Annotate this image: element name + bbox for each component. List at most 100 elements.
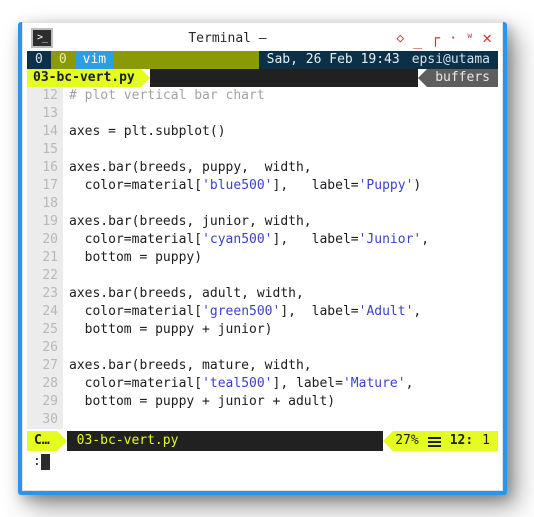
line-number: 14	[27, 123, 63, 141]
line-number: 18	[27, 195, 63, 213]
terminal-content[interactable]: 0 0 vim Sab, 26 Feb 19:43 epsi@utama 03-…	[27, 51, 498, 486]
line-number: 30	[27, 411, 63, 429]
shade-icon[interactable]: ◇	[396, 32, 404, 45]
code-text: axes.bar(breeds, adult, width,	[63, 285, 304, 303]
code-text: bottom = puppy)	[63, 249, 202, 267]
code-text: color=material['blue500'], label='Puppy'…	[63, 177, 422, 195]
code-line: 27 axes.bar(breeds, mature, width,	[27, 357, 498, 375]
code-token: ], label=	[280, 304, 359, 319]
buffers-arrow-icon	[418, 69, 428, 87]
code-token: ,	[405, 376, 414, 391]
block-cursor	[40, 454, 50, 470]
code-token: ], label=	[272, 178, 359, 193]
code-text: # plot vertical bar chart	[63, 87, 265, 105]
code-token: bottom = puppy + junior + adult)	[69, 394, 336, 409]
tmux-tab-filler	[149, 69, 419, 87]
code-line: 14 axes = plt.subplot()	[27, 123, 498, 141]
command-prompt: :	[33, 454, 41, 469]
window-controls: ◇ _ ┐ · ᵂ ✕	[396, 26, 492, 50]
line-number: 22	[27, 267, 63, 285]
desktop-background: >_ Terminal – ◇ _ ┐ · ᵂ ✕ 0 0 vim Sab, 2…	[0, 0, 534, 517]
tmux-datetime: Sab, 26 Feb 19:43	[258, 51, 408, 69]
tmux-tab-line: 03-bc-vert.py buffers	[27, 69, 498, 87]
tmux-user-host: epsi@utama	[407, 51, 498, 69]
code-line: 15	[27, 141, 498, 159]
code-token: color=material[	[69, 304, 203, 319]
code-text: bottom = puppy + junior + adult)	[63, 393, 335, 411]
code-token: bottom = puppy + junior)	[69, 322, 273, 337]
vim-line-number: 12:	[449, 433, 474, 448]
code-token: 'Adult'	[358, 304, 414, 319]
code-token: axes = plt.subplot()	[69, 124, 226, 139]
code-token: 'Mature'	[342, 376, 406, 391]
terminal-window-inner: >_ Terminal – ◇ _ ┐ · ᵂ ✕ 0 0 vim Sab, 2…	[22, 22, 503, 491]
code-token: ], label=	[272, 232, 359, 247]
code-line: 21 bottom = puppy)	[27, 249, 498, 267]
dot-icon[interactable]: ·	[449, 32, 457, 45]
line-number: 26	[27, 339, 63, 357]
vim-mode-indicator: C…	[27, 431, 57, 451]
lines-icon	[427, 437, 441, 447]
line-number: 23	[27, 285, 63, 303]
code-line: 13	[27, 105, 498, 123]
rollup-icon[interactable]: ᵂ	[466, 32, 473, 44]
code-line: 30	[27, 411, 498, 429]
vim-column-number: 1	[482, 433, 490, 448]
vim-status-right: 27% 12: 1	[393, 431, 498, 451]
line-number: 15	[27, 141, 63, 159]
tmux-status-filler	[114, 51, 259, 69]
vim-percent: 27%	[395, 433, 419, 448]
title-bar[interactable]: >_ Terminal – ◇ _ ┐ · ᵂ ✕	[27, 25, 498, 51]
code-line: 28 color=material['teal500'], label='Mat…	[27, 375, 498, 393]
line-number: 12	[27, 87, 63, 105]
tmux-status-line: 0 0 vim Sab, 26 Feb 19:43 epsi@utama	[27, 51, 498, 69]
code-token: ,	[421, 232, 430, 247]
code-token: 'Puppy'	[358, 178, 414, 193]
code-token: color=material[	[69, 178, 203, 193]
minimize-icon[interactable]: _	[413, 32, 422, 48]
code-token: 'blue500'	[202, 178, 273, 193]
vim-command-line[interactable]: :	[27, 451, 498, 473]
code-token: ], label=	[272, 376, 343, 391]
code-line: 12 # plot vertical bar chart	[27, 87, 498, 105]
code-line: 26	[27, 339, 498, 357]
code-token: 'cyan500'	[202, 232, 273, 247]
tmux-window-name[interactable]: vim	[74, 51, 115, 69]
code-text: axes.bar(breeds, junior, width,	[63, 213, 312, 231]
line-number: 13	[27, 105, 63, 123]
code-token: 'green500'	[202, 304, 281, 319]
code-token: axes.bar(breeds, junior, width,	[69, 214, 312, 229]
line-number: 20	[27, 231, 63, 249]
tmux-file-tab[interactable]: 03-bc-vert.py	[27, 69, 141, 87]
maximize-icon[interactable]: ┐	[431, 29, 440, 47]
terminal-prompt-icon: >_	[31, 28, 53, 48]
code-line: 23 axes.bar(breeds, adult, width,	[27, 285, 498, 303]
code-line: 17 color=material['blue500'], label='Pup…	[27, 177, 498, 195]
tmux-window-index[interactable]: 0	[50, 51, 75, 69]
tab-arrow-icon	[140, 69, 150, 87]
code-token: ,	[413, 304, 422, 319]
line-number: 24	[27, 303, 63, 321]
code-text: color=material['green500'], label='Adult…	[63, 303, 422, 321]
line-number: 28	[27, 375, 63, 393]
code-line: 16 axes.bar(breeds, puppy, width,	[27, 159, 498, 177]
code-line: 25 bottom = puppy + junior)	[27, 321, 498, 339]
code-token: axes.bar(breeds, adult, width,	[69, 286, 304, 301]
code-line: 19 axes.bar(breeds, junior, width,	[27, 213, 498, 231]
line-number: 17	[27, 177, 63, 195]
close-icon[interactable]: ✕	[482, 30, 492, 46]
line-number: 19	[27, 213, 63, 231]
code-token: color=material[	[69, 376, 203, 391]
code-line: 20 color=material['cyan500'], label='Jun…	[27, 231, 498, 249]
tmux-session-index[interactable]: 0	[27, 51, 51, 69]
vim-editor-area[interactable]: 12 # plot vertical bar chart 13 14 axes = pl…	[27, 87, 498, 431]
code-line: 24 color=material['green500'], label='Ad…	[27, 303, 498, 321]
tmux-buffers-label[interactable]: buffers	[427, 69, 498, 87]
code-text: color=material['cyan500'], label='Junior…	[63, 231, 429, 249]
code-token: bottom = puppy)	[69, 250, 203, 265]
code-token: 'teal500'	[202, 376, 273, 391]
